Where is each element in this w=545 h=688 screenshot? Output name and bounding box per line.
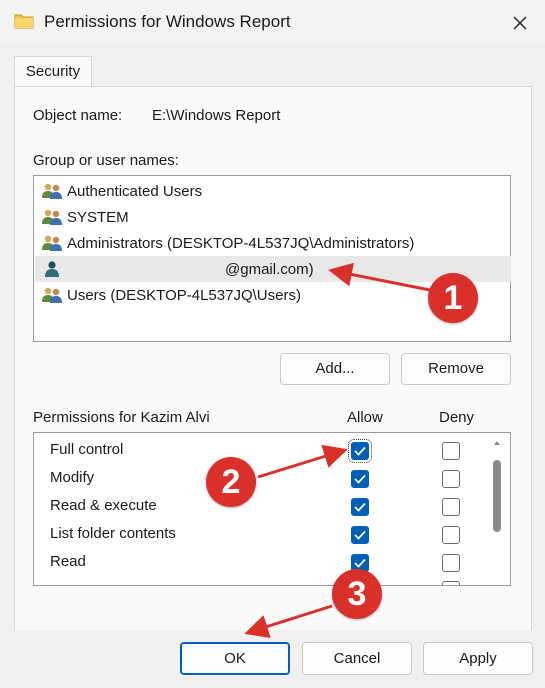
check-icon (354, 530, 366, 540)
check-icon (354, 446, 366, 456)
user-icon (45, 261, 59, 277)
check-icon (354, 474, 366, 484)
user-group-icon (42, 183, 62, 199)
apply-button[interactable]: Apply (423, 642, 533, 675)
tab-security[interactable]: Security (14, 56, 92, 87)
allow-checkbox[interactable] (351, 470, 369, 488)
allow-checkbox[interactable] (351, 526, 369, 544)
object-name-label: Object name: (33, 107, 123, 124)
add-button[interactable]: Add... (280, 353, 390, 385)
user-group-icon (42, 235, 62, 251)
user-group-icon (42, 209, 62, 225)
deny-checkbox[interactable] (442, 554, 460, 572)
list-item[interactable]: Authenticated Users (35, 178, 511, 204)
list-item[interactable]: Administrators (DESKTOP-4L537JQ\Administ… (35, 230, 511, 256)
annotation-badge-3: 3 (332, 569, 382, 619)
annotation-badge-1: 1 (428, 273, 478, 323)
allow-header: Allow (347, 409, 383, 426)
permission-row: Modify (34, 465, 484, 493)
cancel-button[interactable]: Cancel (302, 642, 412, 675)
close-icon (513, 16, 527, 30)
allow-checkbox[interactable] (351, 498, 369, 516)
permission-row: Read (34, 549, 484, 577)
object-name-value: E:\Windows Report (152, 107, 281, 124)
user-name: SYSTEM (67, 208, 129, 226)
permission-name: Modify (50, 469, 95, 486)
remove-button[interactable]: Remove (401, 353, 511, 385)
allow-checkbox[interactable] (348, 439, 372, 463)
ok-button[interactable]: OK (180, 642, 290, 675)
permissions-label: Permissions for Kazim Alvi (33, 409, 210, 426)
deny-checkbox[interactable] (442, 526, 460, 544)
permission-name: Full control (50, 441, 124, 458)
permission-row: Read & execute (34, 493, 484, 521)
annotation-badge-2: 2 (206, 457, 256, 507)
user-name: @gmail.com) (225, 260, 314, 278)
permission-name: List folder contents (50, 525, 176, 542)
user-name: Administrators (DESKTOP-4L537JQ\Administ… (67, 234, 415, 252)
deny-checkbox[interactable] (442, 470, 460, 488)
user-name: Authenticated Users (67, 182, 203, 200)
permission-row: Full control (34, 437, 484, 465)
deny-header: Deny (439, 409, 475, 426)
scrollbar-thumb[interactable] (493, 460, 501, 532)
title-bar: Permissions for Windows Report (0, 0, 545, 44)
scroll-up-icon[interactable] (492, 438, 502, 448)
deny-checkbox[interactable] (442, 442, 460, 460)
permissions-list[interactable]: Full control Modify Read & execute List … (33, 432, 511, 586)
permission-row: List folder contents (34, 521, 484, 549)
permission-name: Read & execute (50, 497, 157, 514)
window-title: Permissions for Windows Report (44, 12, 291, 31)
user-group-icon (42, 287, 62, 303)
deny-checkbox[interactable] (442, 498, 460, 516)
list-item[interactable]: SYSTEM (35, 204, 511, 230)
close-button[interactable] (500, 6, 540, 40)
permission-name: Read (50, 553, 86, 570)
check-icon (354, 502, 366, 512)
user-name: Users (DESKTOP-4L537JQ\Users) (67, 286, 301, 304)
deny-checkbox[interactable] (442, 581, 460, 585)
folder-icon (14, 14, 34, 29)
group-names-label: Group or user names: (33, 152, 179, 169)
